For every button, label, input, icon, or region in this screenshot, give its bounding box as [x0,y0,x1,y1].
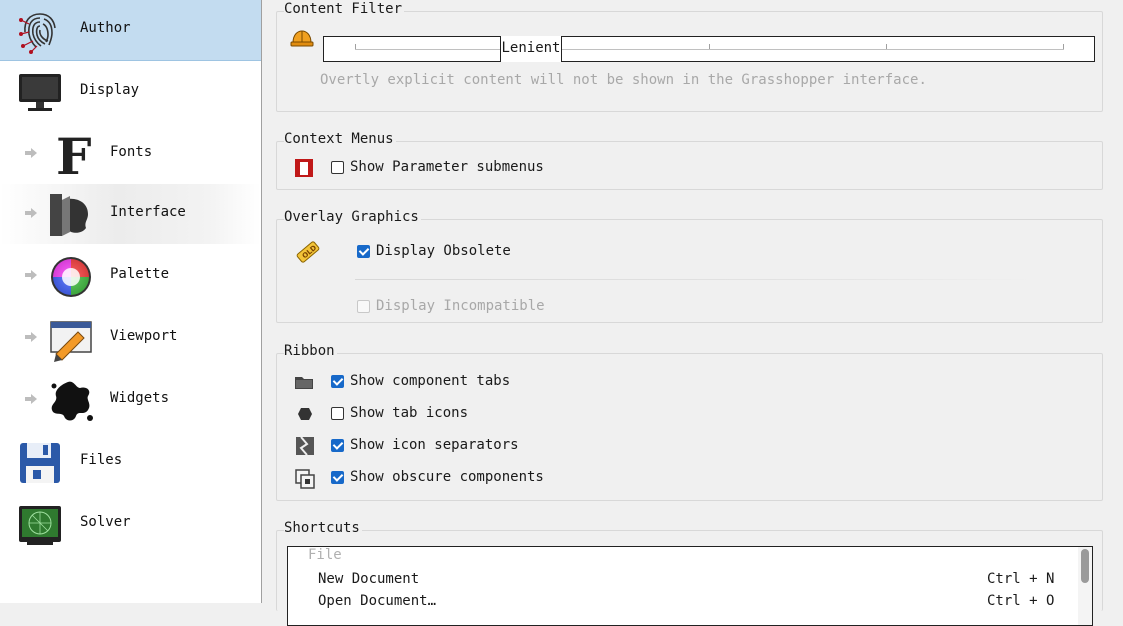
group-title: Content Filter [284,1,405,17]
shortcut-category: File [288,547,1078,569]
show-component-tabs-checkbox[interactable] [331,375,344,388]
display-obsolete-label[interactable]: Display Obsolete [376,243,511,259]
svg-text:F: F [56,132,92,178]
divider [355,279,1035,280]
slider-tick [709,44,710,49]
viewport-pencil-icon [48,316,94,362]
show-component-tabs-label[interactable]: Show component tabs [350,373,510,389]
sidebar-item-interface[interactable]: Interface [0,184,261,244]
shortcut-list[interactable]: File New Document Ctrl + N Open Document… [287,546,1093,626]
arrow-right-icon [24,331,38,343]
sidebar-item-files[interactable]: Files [0,432,261,492]
arrow-right-icon [24,147,38,159]
obsolete-tag-icon: OLD [295,239,321,269]
shortcut-row[interactable]: Open Document… Ctrl + O [288,591,1078,613]
sidebar-item-label: Author [80,20,131,36]
sidebar-item-label: Viewport [110,328,178,344]
ribbon-group: Ribbon Show component tabs Show tab icon… [276,343,1103,501]
color-wheel-icon [48,254,94,298]
slider-thumb[interactable]: Lenient [500,36,562,62]
show-tab-icons-label[interactable]: Show tab icons [350,405,468,421]
sidebar-item-label: Files [80,452,123,468]
separator-icon [295,436,315,460]
shortcut-key: Ctrl + O [987,593,1055,609]
show-obscure-components-checkbox[interactable] [331,471,344,484]
sidebar-item-author[interactable]: Author [0,0,261,61]
content-filter-description: Overtly explicit content will not be sho… [320,72,927,88]
floppy-disk-icon [17,440,63,484]
display-incompatible-checkbox[interactable] [357,300,370,313]
sidebar-item-label: Fonts [110,144,153,160]
scrollbar[interactable] [1078,547,1092,625]
arrow-right-icon [24,269,38,281]
content-filter-slider[interactable]: Lenient [323,36,1095,62]
font-f-icon: F [48,127,94,186]
show-parameter-submenus-checkbox[interactable] [331,161,344,174]
hard-hat-icon [290,28,314,52]
context-menus-group: Context Menus Show Parameter submenus [276,131,1103,190]
group-title: Shortcuts [284,520,362,536]
sidebar-item-palette[interactable]: Palette [0,246,261,306]
sidebar-item-label: Interface [110,204,186,220]
slider-tick [886,44,887,49]
sidebar-item-label: Solver [80,514,131,530]
sidebar-item-label: Widgets [110,390,170,406]
sidebar-item-widgets[interactable]: Widgets [0,370,261,430]
shortcuts-group: Shortcuts File New Document Ctrl + N Ope… [276,520,1103,626]
sidebar-item-label: Display [80,82,140,98]
slider-tick [1063,44,1064,49]
show-parameter-submenus-label[interactable]: Show Parameter submenus [350,159,544,175]
folder-tab-icon [294,374,314,394]
overlay-graphics-group: Overlay Graphics OLD Display Obsolete Di… [276,209,1103,323]
splat-icon [48,378,94,422]
sidebar: Author Display F Fonts Interface Palette… [0,0,262,603]
sidebar-item-display[interactable]: Display [0,62,261,122]
display-incompatible-label[interactable]: Display Incompatible [376,298,545,314]
show-tab-icons-checkbox[interactable] [331,407,344,420]
hexagon-icon [297,406,313,426]
group-title: Overlay Graphics [284,209,421,225]
shortcut-row[interactable]: New Document Ctrl + N [288,569,1078,591]
radar-screen-icon [17,502,63,546]
settings-panel: Content Filter Lenient Overtly explicit … [262,0,1123,626]
slider-tick [355,44,356,49]
sidebar-item-viewport[interactable]: Viewport [0,308,261,368]
slider-track [355,49,1064,50]
display-obsolete-checkbox[interactable] [357,245,370,258]
sidebar-item-label: Palette [110,266,170,282]
shortcut-key: Ctrl + N [987,571,1055,587]
obscure-components-icon [295,469,315,493]
group-title: Context Menus [284,131,396,147]
sidebar-item-fonts[interactable]: F Fonts [0,124,261,186]
scroll-thumb[interactable] [1081,549,1089,583]
head-profile-icon [48,192,94,236]
group-title: Ribbon [284,343,337,359]
shortcut-name: New Document [318,571,420,587]
shortcut-name: Open Document… [318,593,437,609]
fingerprint-icon [17,8,63,54]
content-filter-group: Content Filter Lenient Overtly explicit … [276,1,1103,112]
show-obscure-components-label[interactable]: Show obscure components [350,469,544,485]
show-icon-separators-checkbox[interactable] [331,439,344,452]
context-menu-icon [294,158,314,182]
monitor-icon [17,70,63,114]
arrow-right-icon [24,207,38,219]
sidebar-item-solver[interactable]: Solver [0,494,261,554]
show-icon-separators-label[interactable]: Show icon separators [350,437,519,453]
arrow-right-icon [24,393,38,405]
shortcut-category-label: File [308,547,342,563]
